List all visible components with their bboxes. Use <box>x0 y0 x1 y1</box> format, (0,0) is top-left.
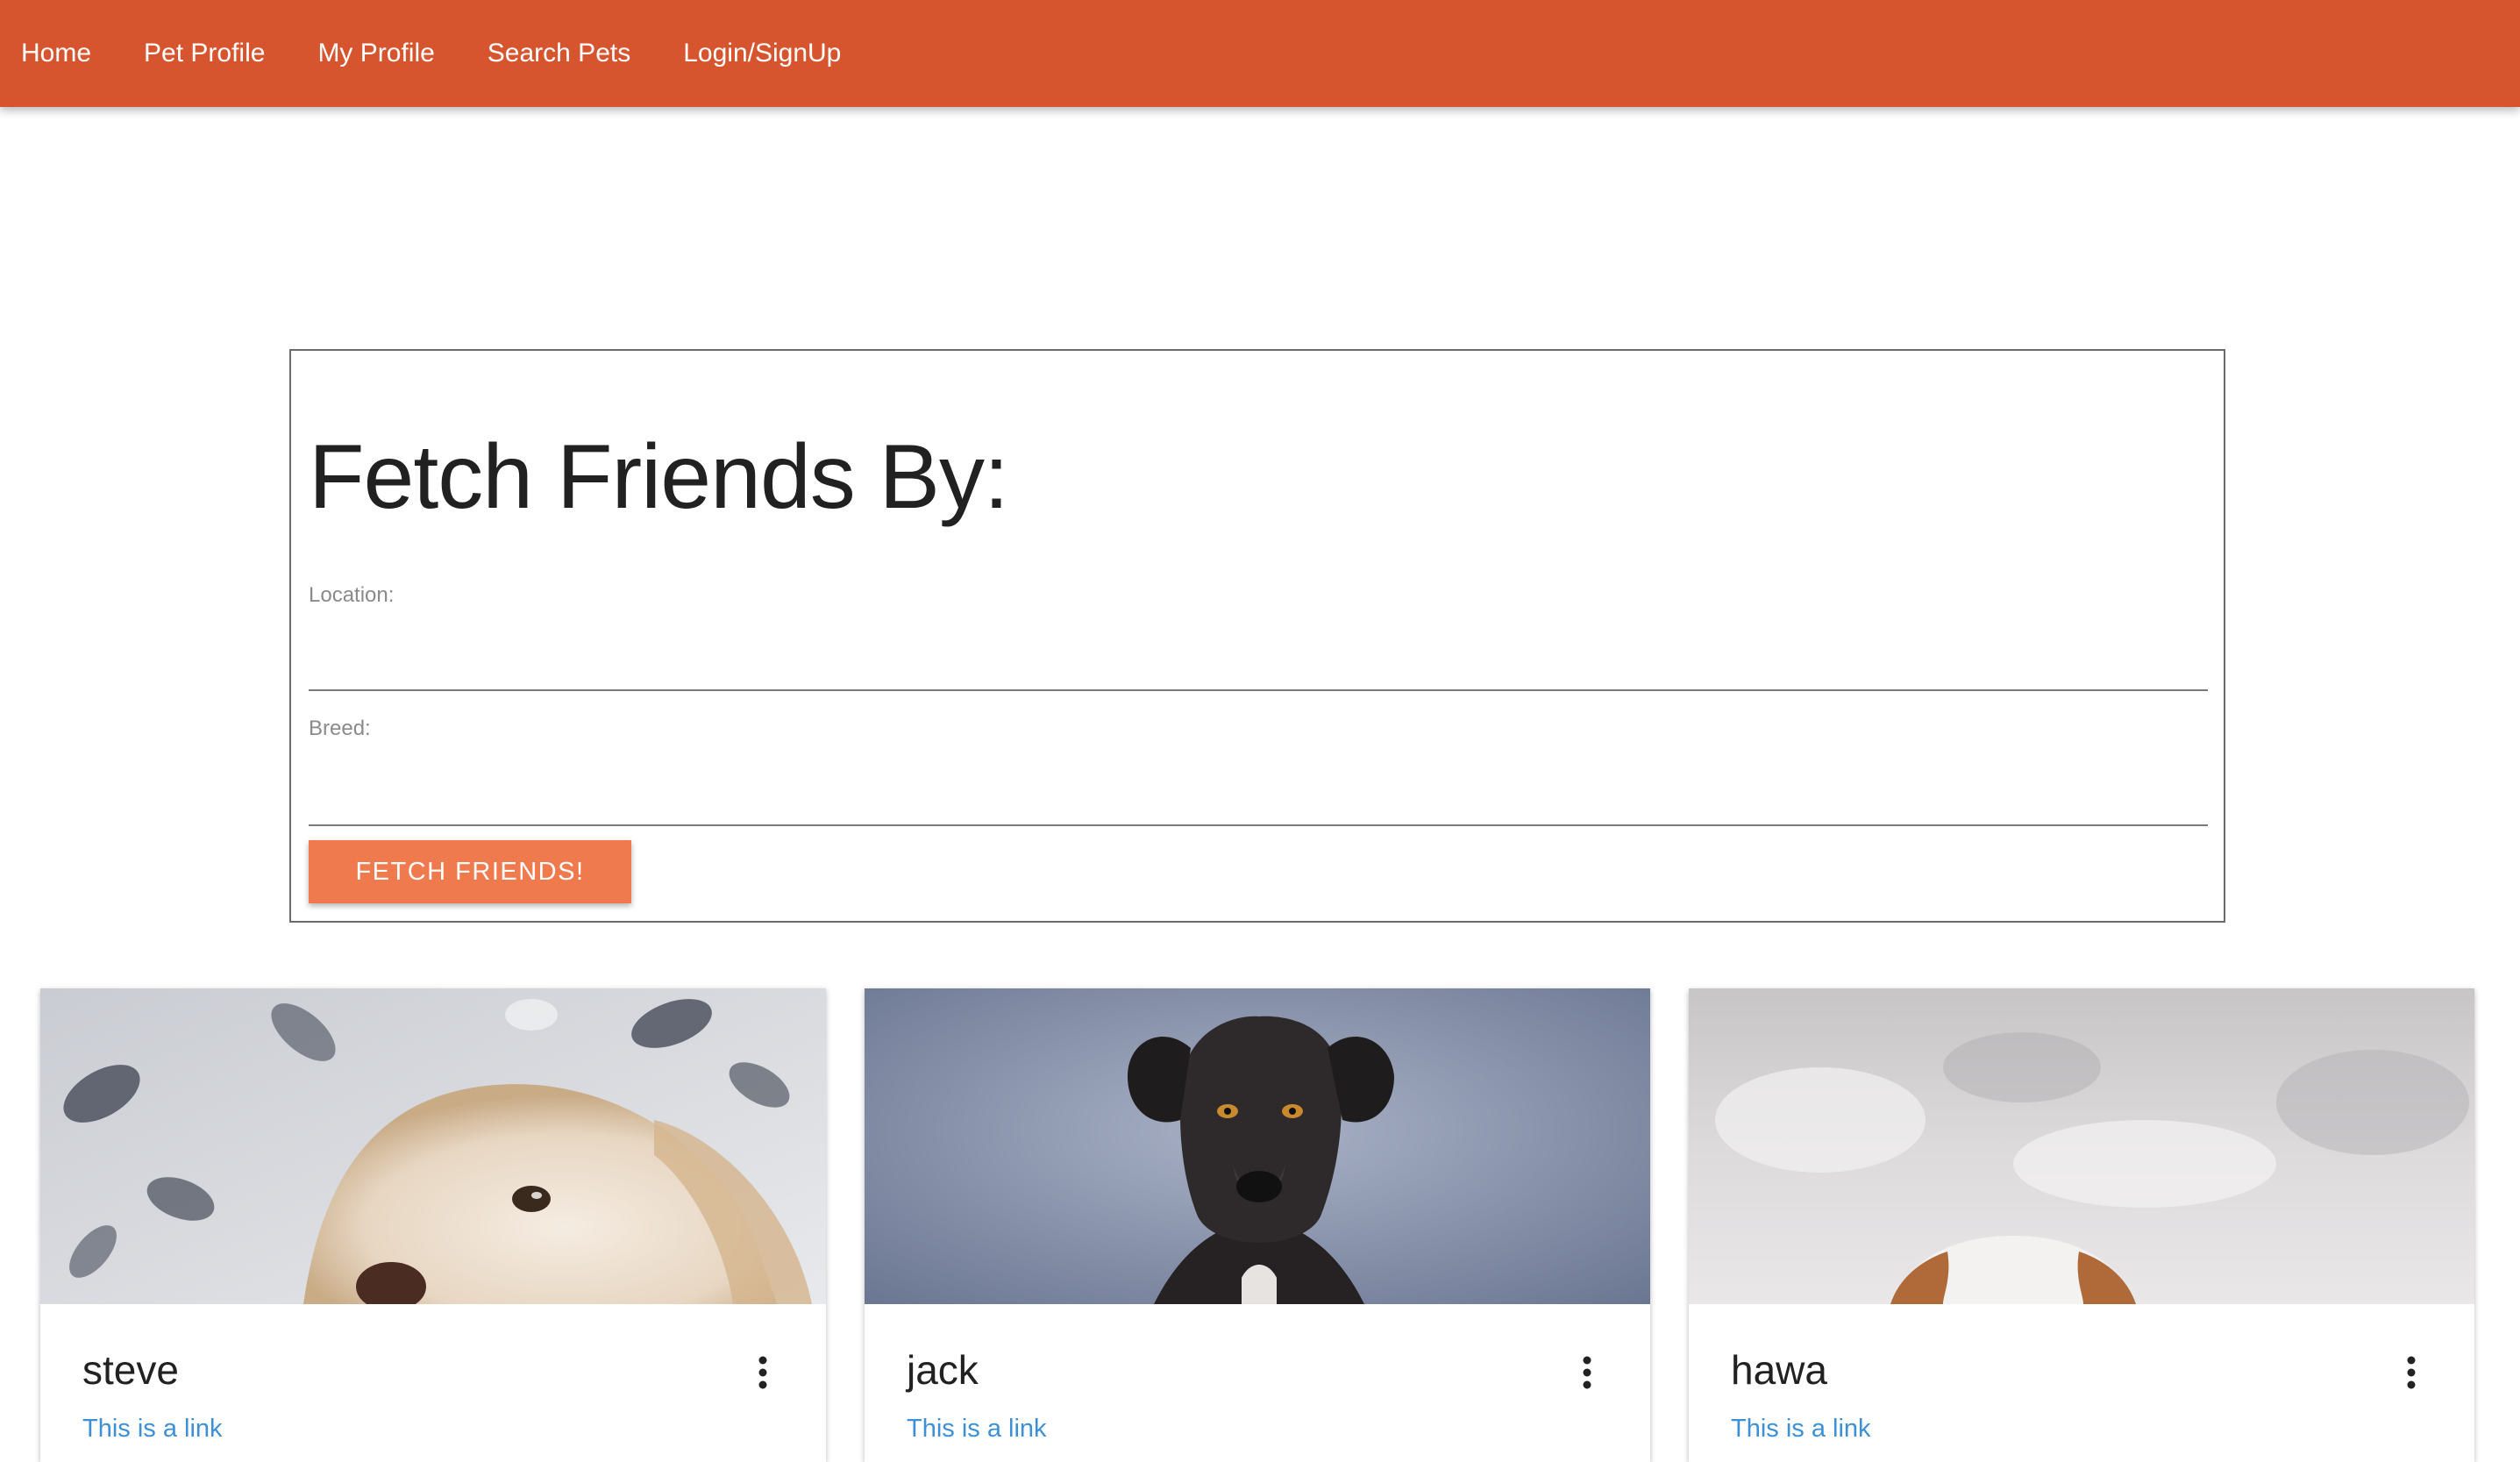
location-label: Location: <box>309 583 395 607</box>
pet-photo-jack <box>865 988 1650 1304</box>
more-vert-icon[interactable] <box>1577 1355 1598 1390</box>
breed-input[interactable] <box>309 779 2208 826</box>
pet-name: steve <box>82 1347 179 1393</box>
location-input[interactable] <box>309 644 2208 691</box>
nav-login-signup-link[interactable]: Login/SignUp <box>683 39 841 68</box>
pet-photo-steve <box>40 988 826 1304</box>
pet-name: jack <box>907 1347 979 1393</box>
top-navbar: Home Pet Profile My Profile Search Pets … <box>0 0 2520 107</box>
breed-label: Breed: <box>309 717 371 740</box>
nav-my-profile-link[interactable]: My Profile <box>317 39 434 68</box>
pet-card: steve This is a link <box>40 988 826 1462</box>
card-link[interactable]: This is a link <box>907 1415 1047 1444</box>
nav-home-link[interactable]: Home <box>21 39 91 68</box>
pet-name: hawa <box>1731 1347 1827 1393</box>
pet-card: hawa This is a link <box>1689 988 2474 1462</box>
card-link[interactable]: This is a link <box>82 1415 223 1444</box>
more-vert-icon[interactable] <box>2401 1355 2422 1390</box>
nav-search-pets-link[interactable]: Search Pets <box>488 39 630 68</box>
nav-pet-profile-link[interactable]: Pet Profile <box>144 39 265 68</box>
card-link[interactable]: This is a link <box>1731 1415 1871 1444</box>
pet-card: jack This is a link <box>865 988 1650 1462</box>
more-vert-icon[interactable] <box>752 1355 773 1390</box>
fetch-friends-form: Fetch Friends By: Location: Breed: FETCH… <box>289 349 2225 923</box>
form-title: Fetch Friends By: <box>309 426 1009 528</box>
fetch-friends-button[interactable]: FETCH FRIENDS! <box>309 840 631 903</box>
pet-photo-hawa <box>1689 988 2474 1304</box>
